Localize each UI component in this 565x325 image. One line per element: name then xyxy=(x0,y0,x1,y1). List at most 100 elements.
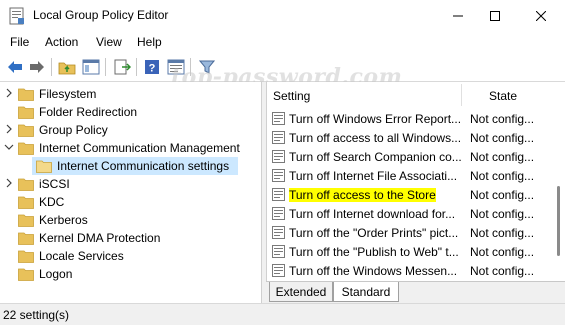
setting-state: Not config... xyxy=(470,131,535,145)
tab-extended[interactable]: Extended xyxy=(269,282,333,302)
chevron-down-icon[interactable] xyxy=(4,142,14,152)
setting-name: Turn off the "Publish to Web" t... xyxy=(289,245,459,259)
export-list-button[interactable] xyxy=(112,58,132,76)
folder-icon xyxy=(18,232,34,245)
minimize-icon xyxy=(453,15,463,17)
minimize-button[interactable] xyxy=(437,0,479,32)
policy-setting-icon xyxy=(272,207,285,220)
setting-state: Not config... xyxy=(470,207,535,221)
toolbar-separator xyxy=(136,58,137,76)
setting-state: Not config... xyxy=(470,264,535,278)
show-hide-tree-button[interactable] xyxy=(81,58,101,76)
status-text: 22 setting(s) xyxy=(3,308,70,322)
policy-setting-icon xyxy=(272,169,285,182)
close-button[interactable] xyxy=(520,0,562,32)
folder-icon xyxy=(18,88,34,101)
tree-item-label: Locale Services xyxy=(39,249,124,263)
menu-file[interactable]: File xyxy=(10,35,29,49)
setting-name: Turn off Internet download for... xyxy=(289,207,456,221)
list-header: Setting State xyxy=(267,82,552,109)
scrollbar-thumb[interactable] xyxy=(557,186,560,256)
policy-setting-icon xyxy=(272,264,285,277)
show-hide-tree-icon xyxy=(82,59,100,75)
menu-view[interactable]: View xyxy=(96,35,122,49)
view-tabs: Extended Standard xyxy=(266,281,565,303)
chevron-right-icon[interactable] xyxy=(4,178,14,188)
help-button[interactable]: ? xyxy=(142,58,162,76)
back-button[interactable] xyxy=(5,58,25,76)
setting-name: Turn off the "Order Prints" pict... xyxy=(289,226,459,240)
forward-icon xyxy=(30,61,44,73)
list-item[interactable]: Turn off Internet File Associati... Not … xyxy=(267,166,552,185)
policy-setting-icon xyxy=(272,131,285,144)
up-folder-button[interactable] xyxy=(57,58,77,76)
setting-state: Not config... xyxy=(470,112,535,126)
list-item[interactable]: Turn off Windows Error Report... Not con… xyxy=(267,109,552,128)
list-item[interactable]: Turn off the Windows Messen... Not confi… xyxy=(267,261,552,280)
policy-setting-icon xyxy=(272,245,285,258)
chevron-right-icon[interactable] xyxy=(4,88,14,98)
tree-item-label: iSCSI xyxy=(39,177,70,191)
folder-icon xyxy=(18,268,34,281)
maximize-button[interactable] xyxy=(474,0,516,32)
up-folder-icon xyxy=(58,62,76,75)
svg-text:?: ? xyxy=(149,63,156,75)
list-item[interactable]: Turn off the "Order Prints" pict... Not … xyxy=(267,223,552,242)
help-icon: ? xyxy=(145,60,159,75)
settings-list[interactable]: Setting State Turn off Windows Error Rep… xyxy=(266,82,565,281)
window-title: Local Group Policy Editor xyxy=(33,8,169,22)
list-item[interactable]: Turn off access to the Store Not config.… xyxy=(267,185,552,204)
setting-name: Turn off Windows Error Report... xyxy=(289,112,462,126)
folder-icon xyxy=(18,196,34,209)
toolbar-separator xyxy=(105,58,106,76)
setting-name: Turn off access to the Store xyxy=(289,188,436,202)
folder-open-icon xyxy=(18,142,34,155)
tab-standard[interactable]: Standard xyxy=(333,282,399,302)
policy-setting-icon xyxy=(272,150,285,163)
tree-item-label: Internet Communication settings xyxy=(57,159,230,173)
title-bar[interactable]: Local Group Policy Editor xyxy=(0,0,565,32)
status-bar: 22 setting(s) xyxy=(0,303,565,325)
menu-help[interactable]: Help xyxy=(137,35,162,49)
tree-item-label: KDC xyxy=(39,195,65,209)
export-list-icon xyxy=(114,59,131,75)
list-item[interactable]: Turn off Search Companion co... Not conf… xyxy=(267,147,552,166)
folder-icon xyxy=(18,250,34,263)
list-item[interactable]: Turn off the "Publish to Web" t... Not c… xyxy=(267,242,552,261)
folder-icon xyxy=(36,160,52,173)
chevron-right-icon[interactable] xyxy=(4,124,14,134)
menu-bar: File Action View Help xyxy=(0,32,565,52)
forward-button[interactable] xyxy=(27,58,47,76)
tree-item-label: Kerberos xyxy=(39,213,88,227)
policy-setting-icon xyxy=(272,188,285,201)
menu-action[interactable]: Action xyxy=(45,35,78,49)
folder-icon xyxy=(18,124,34,137)
tree-item-label: Logon xyxy=(39,267,73,281)
setting-name: Turn off the Windows Messen... xyxy=(289,264,458,278)
setting-name: Turn off Search Companion co... xyxy=(289,150,462,164)
setting-name: Turn off Internet File Associati... xyxy=(289,169,458,183)
tree-item-label: Folder Redirection xyxy=(39,105,138,119)
setting-state: Not config... xyxy=(470,150,535,164)
folder-icon xyxy=(18,178,34,191)
vertical-scrollbar[interactable] xyxy=(552,82,565,281)
maximize-icon xyxy=(490,11,500,21)
list-item[interactable]: Turn off access to all Windows... Not co… xyxy=(267,128,552,147)
close-icon xyxy=(536,11,546,21)
policy-setting-icon xyxy=(272,112,285,125)
list-item[interactable]: Turn off Internet download for... Not co… xyxy=(267,204,552,223)
tree-pane[interactable]: Filesystem Folder Redirection Group Poli… xyxy=(0,82,262,303)
toolbar-separator xyxy=(51,58,52,76)
setting-name: Turn off access to all Windows... xyxy=(289,131,462,145)
filter-icon xyxy=(199,60,215,74)
setting-state: Not config... xyxy=(470,169,535,183)
setting-state: Not config... xyxy=(470,226,535,240)
filter-button[interactable] xyxy=(197,58,217,76)
setting-state: Not config... xyxy=(470,188,535,202)
properties-icon xyxy=(167,59,185,75)
column-header-setting[interactable]: Setting xyxy=(273,89,310,103)
column-header-state[interactable]: State xyxy=(489,89,517,103)
setting-state: Not config... xyxy=(470,245,535,259)
column-divider[interactable] xyxy=(461,84,462,106)
properties-button[interactable] xyxy=(166,58,186,76)
